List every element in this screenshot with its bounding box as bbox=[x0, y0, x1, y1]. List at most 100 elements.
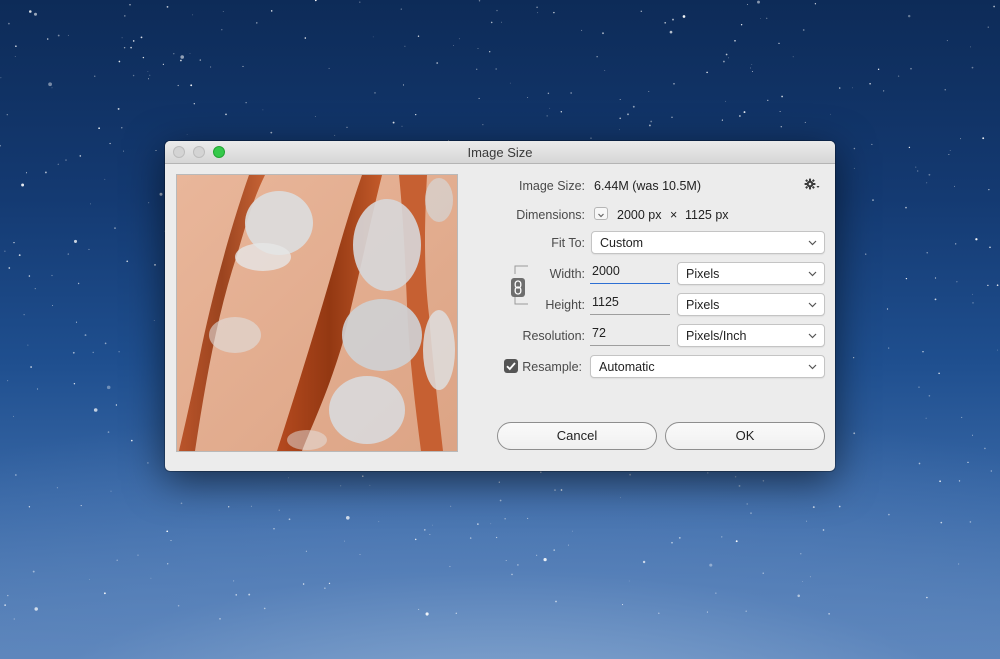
star bbox=[682, 15, 686, 18]
image-size-label: Image Size: bbox=[518, 179, 585, 193]
star bbox=[142, 56, 145, 59]
star bbox=[910, 67, 912, 70]
star bbox=[915, 166, 917, 168]
star bbox=[989, 246, 991, 249]
star bbox=[30, 366, 32, 368]
star bbox=[287, 477, 289, 479]
star bbox=[495, 68, 497, 70]
star bbox=[905, 206, 907, 209]
width-unit-value: Pixels bbox=[686, 267, 720, 281]
cancel-button[interactable]: Cancel bbox=[497, 422, 657, 450]
star bbox=[853, 357, 855, 359]
width-field[interactable] bbox=[590, 262, 670, 284]
width-unit-select[interactable]: Pixels bbox=[677, 262, 825, 285]
dimensions-label: Dimensions: bbox=[516, 208, 585, 222]
star bbox=[922, 350, 924, 353]
star bbox=[490, 21, 493, 24]
star bbox=[270, 131, 273, 134]
star bbox=[455, 612, 457, 614]
star bbox=[602, 32, 604, 35]
star bbox=[149, 74, 151, 76]
star bbox=[14, 56, 16, 57]
dimensions-units-dropdown[interactable] bbox=[594, 207, 608, 220]
star bbox=[792, 56, 794, 58]
star bbox=[478, 97, 480, 99]
star bbox=[477, 48, 479, 49]
star bbox=[619, 497, 621, 499]
star bbox=[632, 105, 635, 108]
star bbox=[314, 116, 316, 117]
star bbox=[140, 36, 143, 39]
height-input[interactable] bbox=[592, 295, 666, 309]
star bbox=[498, 481, 500, 483]
star bbox=[971, 293, 973, 295]
fit-to-select[interactable]: Custom bbox=[591, 231, 825, 254]
star bbox=[746, 503, 748, 505]
star bbox=[228, 506, 230, 508]
star bbox=[996, 284, 999, 287]
star bbox=[960, 138, 962, 140]
star bbox=[865, 253, 867, 255]
constrain-proportions-toggle[interactable] bbox=[511, 278, 525, 297]
star bbox=[262, 109, 264, 111]
star bbox=[48, 82, 52, 87]
star bbox=[671, 116, 673, 118]
star bbox=[766, 17, 768, 19]
resample-method-select[interactable]: Automatic bbox=[590, 355, 825, 378]
star bbox=[536, 6, 538, 9]
star bbox=[509, 82, 511, 84]
star bbox=[124, 15, 126, 17]
star bbox=[975, 238, 978, 241]
star bbox=[278, 509, 280, 511]
resolution-input[interactable] bbox=[592, 326, 666, 340]
star bbox=[886, 308, 889, 310]
star bbox=[126, 260, 129, 263]
height-field[interactable] bbox=[590, 293, 670, 315]
star bbox=[806, 520, 808, 522]
star bbox=[67, 34, 69, 36]
star bbox=[905, 277, 908, 280]
star bbox=[8, 267, 11, 269]
star bbox=[129, 4, 131, 6]
star bbox=[537, 12, 539, 14]
gear-icon[interactable] bbox=[804, 178, 820, 190]
image-preview[interactable] bbox=[176, 174, 458, 452]
star bbox=[740, 24, 743, 26]
star bbox=[993, 5, 995, 8]
star bbox=[543, 557, 547, 562]
star bbox=[147, 71, 149, 72]
star bbox=[450, 505, 452, 507]
height-unit-select[interactable]: Pixels bbox=[677, 293, 825, 316]
star bbox=[853, 432, 856, 435]
star bbox=[938, 372, 940, 375]
star bbox=[28, 506, 31, 508]
star bbox=[305, 550, 307, 552]
link-icon bbox=[514, 280, 522, 295]
star bbox=[982, 137, 985, 140]
star bbox=[177, 84, 179, 87]
resolution-unit-select[interactable]: Pixels/Inch bbox=[677, 324, 825, 347]
star bbox=[495, 536, 498, 539]
star bbox=[619, 129, 620, 131]
star bbox=[517, 564, 519, 566]
star bbox=[106, 385, 111, 390]
star bbox=[73, 383, 76, 385]
checkmark-icon bbox=[506, 362, 516, 371]
resample-checkbox[interactable] bbox=[504, 359, 518, 373]
star bbox=[972, 434, 973, 436]
star bbox=[725, 53, 728, 56]
star bbox=[897, 75, 900, 77]
star bbox=[346, 126, 348, 128]
resolution-field[interactable] bbox=[590, 324, 670, 346]
star bbox=[414, 538, 417, 541]
star bbox=[77, 282, 80, 285]
star bbox=[961, 416, 963, 418]
star bbox=[425, 612, 429, 616]
ok-button[interactable]: OK bbox=[665, 422, 825, 450]
star bbox=[147, 78, 150, 80]
star bbox=[436, 62, 439, 64]
star bbox=[917, 170, 919, 172]
star bbox=[378, 521, 380, 523]
star bbox=[812, 506, 815, 509]
width-input[interactable] bbox=[592, 264, 666, 278]
